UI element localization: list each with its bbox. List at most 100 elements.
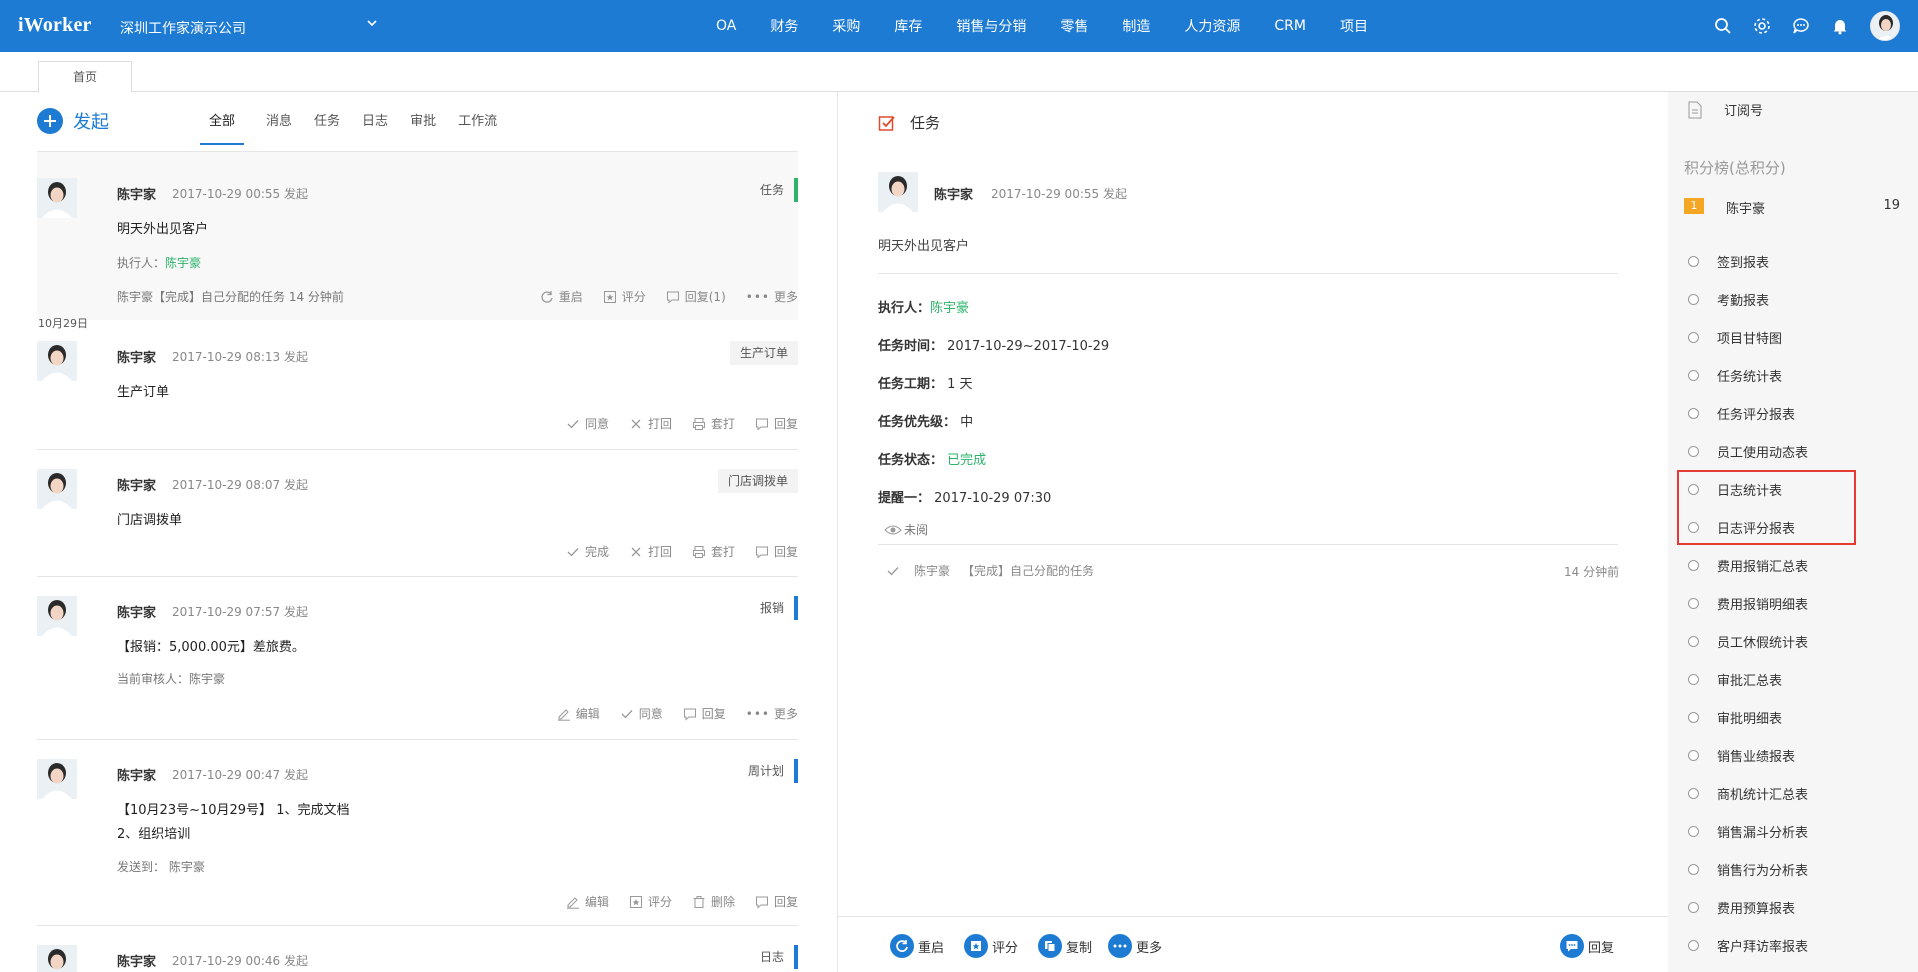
report-item[interactable]: 客户拜访率报表	[1688, 936, 1808, 955]
bell-icon[interactable]	[1830, 16, 1850, 36]
tab-all[interactable]: 全部	[200, 110, 245, 145]
feed-item-log[interactable]: 陈宇家 2017-10-29 00:46 发起 日志	[37, 939, 798, 972]
read-status[interactable]: 未阅	[884, 521, 928, 538]
edit-button[interactable]: 编辑	[566, 893, 609, 910]
feed-item-store-transfer[interactable]: 陈宇家 2017-10-29 08:07 发起 门店调拨单 门店调拨单 完成 打…	[37, 463, 798, 577]
copy-button[interactable]: 复制	[1038, 934, 1092, 958]
avatar[interactable]	[37, 759, 77, 799]
avatar[interactable]	[37, 178, 77, 218]
compose-button[interactable]: 发起	[37, 108, 109, 134]
leaderboard-row[interactable]: 1 陈宇豪 19	[1684, 198, 1900, 218]
more-button[interactable]: ••• 更多	[746, 288, 798, 305]
app-logo[interactable]: iWorker	[18, 14, 92, 37]
reply-button[interactable]: 回复	[755, 415, 798, 432]
print-button[interactable]: 套打	[692, 543, 735, 560]
report-item[interactable]: 任务统计表	[1688, 366, 1782, 385]
author-name[interactable]: 陈宇家	[117, 184, 156, 203]
post-content[interactable]: 【10月23号~10月29号】 1、完成文档	[117, 799, 349, 818]
executor-link[interactable]: 陈宇豪	[165, 256, 201, 270]
feed-item-reimbursement[interactable]: 陈宇家 2017-10-29 07:57 发起 报销 【报销：5,000.00元…	[37, 590, 798, 740]
reply-button[interactable]: 回复	[683, 705, 726, 722]
avatar[interactable]	[37, 341, 77, 381]
edit-button[interactable]: 编辑	[557, 705, 600, 722]
reply-button[interactable]: 回复	[755, 893, 798, 910]
chevron-down-icon[interactable]	[365, 16, 379, 30]
complete-button[interactable]: 完成	[566, 543, 609, 560]
feed-item-production-order[interactable]: 陈宇家 2017-10-29 08:13 发起 生产订单 生产订单 同意 打回 …	[37, 335, 798, 450]
report-item[interactable]: 销售业绩报表	[1688, 746, 1795, 765]
author-name[interactable]: 陈宇家	[934, 184, 973, 203]
approve-button[interactable]: 同意	[620, 705, 663, 722]
nav-item-finance[interactable]: 财务	[770, 16, 798, 36]
author-name[interactable]: 陈宇家	[117, 347, 156, 366]
author-name[interactable]: 陈宇家	[117, 602, 156, 621]
avatar[interactable]	[37, 945, 77, 972]
post-content[interactable]: 生产订单	[117, 381, 169, 400]
report-item[interactable]: 员工使用动态表	[1688, 442, 1808, 461]
nav-item-retail[interactable]: 零售	[1060, 16, 1088, 36]
nav-item-inventory[interactable]: 库存	[894, 16, 922, 36]
chat-icon[interactable]	[1791, 16, 1811, 36]
print-button[interactable]: 套打	[692, 415, 735, 432]
avatar[interactable]	[37, 469, 77, 509]
feed-item-task[interactable]: 陈宇家 2017-10-29 00:55 发起 任务 明天外出见客户 执行人：陈…	[37, 152, 798, 320]
tab-home[interactable]: 首页	[38, 61, 132, 93]
gear-icon[interactable]	[1752, 16, 1772, 36]
report-item[interactable]: 费用预算报表	[1688, 898, 1795, 917]
delete-button[interactable]: 删除	[692, 893, 735, 910]
author-name[interactable]: 陈宇家	[117, 475, 156, 494]
nav-item-project[interactable]: 项目	[1340, 16, 1368, 36]
post-content[interactable]: 门店调拨单	[117, 509, 182, 528]
post-content[interactable]: 明天外出见客户	[117, 218, 208, 237]
restart-button[interactable]: 重启	[540, 288, 583, 305]
author-name[interactable]: 陈宇家	[117, 951, 156, 970]
reply-button[interactable]: 回复	[1560, 934, 1614, 958]
report-item[interactable]: 签到报表	[1688, 252, 1769, 271]
more-button[interactable]: 更多	[1108, 934, 1162, 958]
report-item[interactable]: 审批汇总表	[1688, 670, 1782, 689]
report-item[interactable]: 项目甘特图	[1688, 328, 1782, 347]
tab-messages[interactable]: 消息	[266, 110, 292, 145]
nav-item-crm[interactable]: CRM	[1274, 18, 1306, 34]
nav-item-purchase[interactable]: 采购	[832, 16, 860, 36]
tab-tasks[interactable]: 任务	[314, 110, 340, 145]
tab-workflow[interactable]: 工作流	[458, 110, 497, 145]
log-user[interactable]: 陈宇豪	[914, 562, 950, 579]
rate-button[interactable]: 评分	[603, 288, 646, 305]
post-content-line2[interactable]: 2、组织培训	[117, 823, 190, 842]
report-item[interactable]: 考勤报表	[1688, 290, 1769, 309]
reject-button[interactable]: 打回	[629, 543, 672, 560]
tab-logs[interactable]: 日志	[362, 110, 388, 145]
avatar[interactable]	[37, 596, 77, 636]
report-item[interactable]: 费用报销明细表	[1688, 594, 1808, 613]
more-button[interactable]: ••• 更多	[746, 705, 798, 722]
report-item[interactable]: 任务评分报表	[1688, 404, 1795, 423]
nav-item-sales[interactable]: 销售与分销	[956, 16, 1026, 36]
nav-item-manufacturing[interactable]: 制造	[1122, 16, 1150, 36]
reject-button[interactable]: 打回	[629, 415, 672, 432]
tab-approvals[interactable]: 审批	[410, 110, 436, 145]
report-item[interactable]: 员工休假统计表	[1688, 632, 1808, 651]
report-item[interactable]: 销售行为分析表	[1688, 860, 1808, 879]
report-item[interactable]: 费用报销汇总表	[1688, 556, 1808, 575]
approve-button[interactable]: 同意	[566, 415, 609, 432]
feed-item-weekly-plan[interactable]: 陈宇家 2017-10-29 00:47 发起 周计划 【10月23号~10月2…	[37, 753, 798, 926]
user-avatar[interactable]	[1870, 11, 1900, 41]
report-item[interactable]: 审批明细表	[1688, 708, 1782, 727]
search-icon[interactable]	[1713, 16, 1733, 36]
reply-button[interactable]: 回复	[755, 543, 798, 560]
avatar[interactable]	[878, 172, 918, 212]
rate-button[interactable]: 评分	[629, 893, 672, 910]
company-selector[interactable]: 深圳工作家演示公司	[120, 18, 246, 38]
executor-link[interactable]: 陈宇豪	[930, 301, 969, 316]
report-item[interactable]: 销售漏斗分析表	[1688, 822, 1808, 841]
nav-item-hr[interactable]: 人力资源	[1184, 16, 1240, 36]
author-name[interactable]: 陈宇家	[117, 765, 156, 784]
reply-button[interactable]: 回复(1)	[666, 288, 726, 305]
subscription-link[interactable]: 订阅号	[1688, 100, 1763, 119]
report-item[interactable]: 商机统计汇总表	[1688, 784, 1808, 803]
rate-button[interactable]: 评分	[964, 934, 1018, 958]
post-content[interactable]: 【报销：5,000.00元】差旅费。	[117, 636, 305, 655]
nav-item-oa[interactable]: OA	[716, 18, 736, 34]
restart-button[interactable]: 重启	[890, 934, 944, 958]
